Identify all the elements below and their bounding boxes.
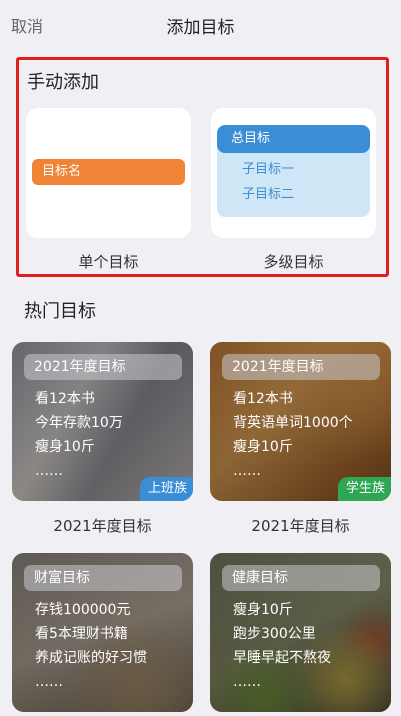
goal-card-items: 瘦身10斤 跑步300公里 早睡早起不熬夜 …… xyxy=(233,598,331,694)
nav-bar: 取消 添加目标 xyxy=(0,0,401,50)
single-goal-label[interactable]: 单个目标 xyxy=(26,251,191,272)
main-goal-bar: 总目标 xyxy=(217,125,370,153)
goal-item: 看12本书 xyxy=(233,391,293,407)
goal-item: 看12本书 xyxy=(35,391,95,407)
goal-item: 今年存款10万 xyxy=(35,415,123,431)
goal-item: 养成记账的好习惯 xyxy=(35,650,147,666)
goal-item: …… xyxy=(35,674,63,690)
goal-card-items: 看12本书 今年存款10万 瘦身10斤 …… xyxy=(35,387,123,483)
goal-item: 早睡早起不熬夜 xyxy=(233,650,331,666)
goal-item: 看5本理财书籍 xyxy=(35,626,128,642)
sub-goal-2: 子目标二 xyxy=(242,187,295,202)
goal-card-header: 财富目标 xyxy=(24,565,182,591)
multi-level-goal-card[interactable]: 总目标 子目标一 子目标二 xyxy=(211,108,376,238)
goal-item: 瘦身10斤 xyxy=(35,439,95,455)
goal-card-header: 健康目标 xyxy=(222,565,380,591)
goal-item: …… xyxy=(233,674,261,690)
sub-goal-1: 子目标一 xyxy=(242,162,295,177)
hot-goal-card-wealth[interactable]: 财富目标 存钱100000元 看5本理财书籍 养成记账的好习惯 …… xyxy=(12,553,193,712)
goal-item: 瘦身10斤 xyxy=(233,439,293,455)
manual-add-title: 手动添加 xyxy=(27,72,99,93)
goal-name-pill: 目标名 xyxy=(32,159,185,185)
goal-card-header: 2021年度目标 xyxy=(24,354,182,380)
manual-add-section: 手动添加 目标名 单个目标 总目标 子目标一 子目标二 多级目标 xyxy=(16,57,389,277)
multi-level-goal-label[interactable]: 多级目标 xyxy=(211,251,376,272)
single-goal-card[interactable]: 目标名 xyxy=(26,108,191,238)
goal-item: …… xyxy=(233,463,261,479)
goal-item: 存钱100000元 xyxy=(35,602,131,618)
multi-level-preview: 总目标 子目标一 子目标二 xyxy=(217,125,370,217)
goal-card-items: 存钱100000元 看5本理财书籍 养成记账的好习惯 …… xyxy=(35,598,147,694)
hot-goal-caption: 2021年度目标 xyxy=(251,517,350,535)
office-worker-tag: 上班族 xyxy=(139,477,193,501)
hot-goal-card-student[interactable]: 2021年度目标 看12本书 背英语单词1000个 瘦身10斤 …… 学生族 xyxy=(210,342,391,501)
page-title: 添加目标 xyxy=(166,18,235,38)
goal-card-header: 2021年度目标 xyxy=(222,354,380,380)
hot-goal-card-health[interactable]: 健康目标 瘦身10斤 跑步300公里 早睡早起不熬夜 …… xyxy=(210,553,391,712)
goal-item: …… xyxy=(35,463,63,479)
goal-card-items: 看12本书 背英语单词1000个 瘦身10斤 …… xyxy=(233,387,353,483)
student-tag: 学生族 xyxy=(337,477,391,501)
goal-item: 瘦身10斤 xyxy=(233,602,293,618)
hot-goal-caption: 2021年度目标 xyxy=(53,517,152,535)
goal-item: 背英语单词1000个 xyxy=(233,415,353,431)
hot-goal-card-office[interactable]: 2021年度目标 看12本书 今年存款10万 瘦身10斤 …… 上班族 xyxy=(12,342,193,501)
goal-item: 跑步300公里 xyxy=(233,626,316,642)
hot-goals-title: 热门目标 xyxy=(24,301,96,322)
